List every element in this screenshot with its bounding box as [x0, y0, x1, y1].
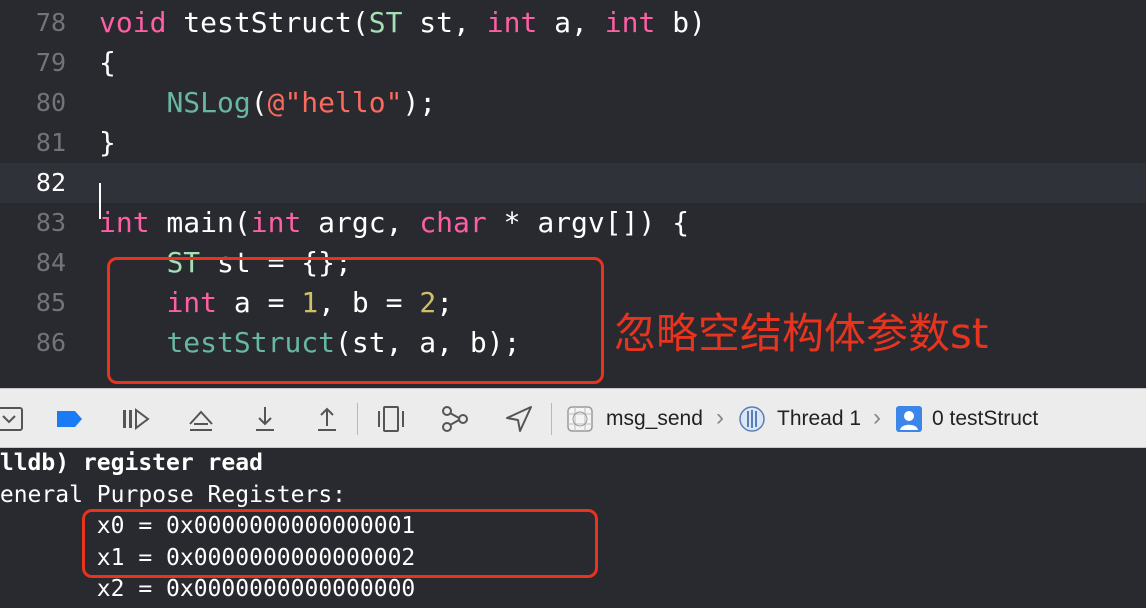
step-over-icon	[189, 410, 213, 431]
code-token: NSLog	[166, 86, 251, 119]
code-token: int	[604, 6, 656, 39]
hide-debug-area-button[interactable]	[0, 402, 26, 436]
code-token: st,	[402, 6, 487, 39]
code-token: int	[250, 206, 302, 239]
user-code-frame-icon	[895, 405, 923, 433]
step-out-button[interactable]	[310, 402, 344, 436]
code-line[interactable]: 80 NSLog(@"hello");	[0, 83, 1146, 123]
code-text[interactable]: NSLog(@"hello");	[99, 83, 436, 123]
code-token: * argv[]) {	[486, 206, 690, 239]
memory-graph-icon	[442, 406, 468, 432]
source-editor[interactable]: 7778void testStruct(ST st, int a, int b)…	[0, 0, 1146, 388]
code-token: (	[250, 86, 268, 119]
code-token: int	[486, 6, 538, 39]
code-token: ST	[368, 6, 403, 39]
toolbar-separator	[551, 403, 552, 435]
code-token: void	[99, 6, 167, 39]
console-line: (lldb) register read	[0, 450, 263, 476]
app-process-icon	[566, 405, 594, 433]
code-token: {	[99, 46, 116, 79]
code-line[interactable]: 83 int main(int argc, char * argv[]) {	[0, 203, 1146, 243]
console-line: x2 = 0x0000000000000000	[0, 576, 416, 602]
code-token: int	[99, 206, 150, 239]
code-text[interactable]: void testStruct(ST st, int a, int b)	[99, 3, 706, 43]
line-number: 83	[35, 208, 66, 237]
lldb-console[interactable]: (lldb) register read General Purpose Regi…	[0, 448, 1146, 608]
line-number: 82	[35, 168, 66, 197]
breakpoint-icon	[57, 411, 82, 427]
text-caret	[99, 183, 101, 219]
line-number: 84	[35, 248, 66, 277]
hide-debug-icon	[0, 407, 23, 431]
annotation-text: 忽略空结构体参数st	[614, 309, 989, 358]
call-site-highlight-box	[107, 257, 604, 384]
line-number: 78	[35, 8, 66, 37]
thread-icon	[738, 405, 766, 433]
line-number: 81	[35, 128, 66, 157]
location-arrow-icon	[506, 406, 532, 432]
line-number: 85	[35, 288, 66, 317]
chevron-right-icon: ›	[873, 404, 881, 431]
code-text[interactable]: }	[99, 123, 116, 163]
breadcrumb-frame[interactable]: 0 testStruct	[932, 405, 1038, 433]
line-number: 86	[35, 328, 66, 357]
step-over-button[interactable]	[184, 402, 218, 436]
code-token: testStruct(	[166, 6, 369, 39]
breadcrumb-thread[interactable]: Thread 1	[777, 405, 861, 433]
console-line: General Purpose Registers:	[0, 481, 347, 508]
code-text[interactable]: {	[99, 43, 116, 83]
code-token: argc,	[301, 206, 420, 239]
register-highlight-box	[82, 509, 598, 578]
code-token: );	[402, 86, 437, 119]
code-token: @"hello"	[267, 86, 403, 119]
code-line[interactable]: 79 {	[0, 43, 1146, 83]
continue-button[interactable]	[118, 402, 152, 436]
code-token: char	[419, 206, 487, 239]
chevron-right-icon: ›	[716, 404, 724, 431]
view-hierarchy-icon	[378, 406, 404, 432]
code-line[interactable]: 81}	[0, 123, 1146, 163]
simulate-location-button[interactable]	[502, 402, 536, 436]
code-text[interactable]: int main(int argc, char * argv[]) {	[99, 203, 689, 243]
line-number: 80	[35, 88, 66, 117]
debug-toolbar: msg_send › Thread 1 › 0 testStruct	[0, 388, 1146, 448]
code-token: a,	[537, 6, 605, 39]
code-token: b)	[655, 6, 706, 39]
code-token: }	[99, 126, 116, 159]
code-line[interactable]: 82	[0, 163, 1146, 203]
breadcrumb-process[interactable]: msg_send	[606, 405, 703, 433]
step-into-icon	[256, 407, 274, 431]
toolbar-separator	[357, 403, 358, 435]
debug-memory-graph-button[interactable]	[438, 402, 472, 436]
code-token: main(	[149, 206, 251, 239]
step-out-icon	[318, 407, 336, 431]
breakpoints-toggle-button[interactable]	[52, 402, 86, 436]
step-into-button[interactable]	[248, 402, 282, 436]
continue-icon	[123, 408, 150, 430]
line-number: 79	[35, 48, 66, 77]
code-line[interactable]: 78 void testStruct(ST st, int a, int b)	[0, 3, 1146, 43]
debug-view-hierarchy-button[interactable]	[374, 402, 408, 436]
